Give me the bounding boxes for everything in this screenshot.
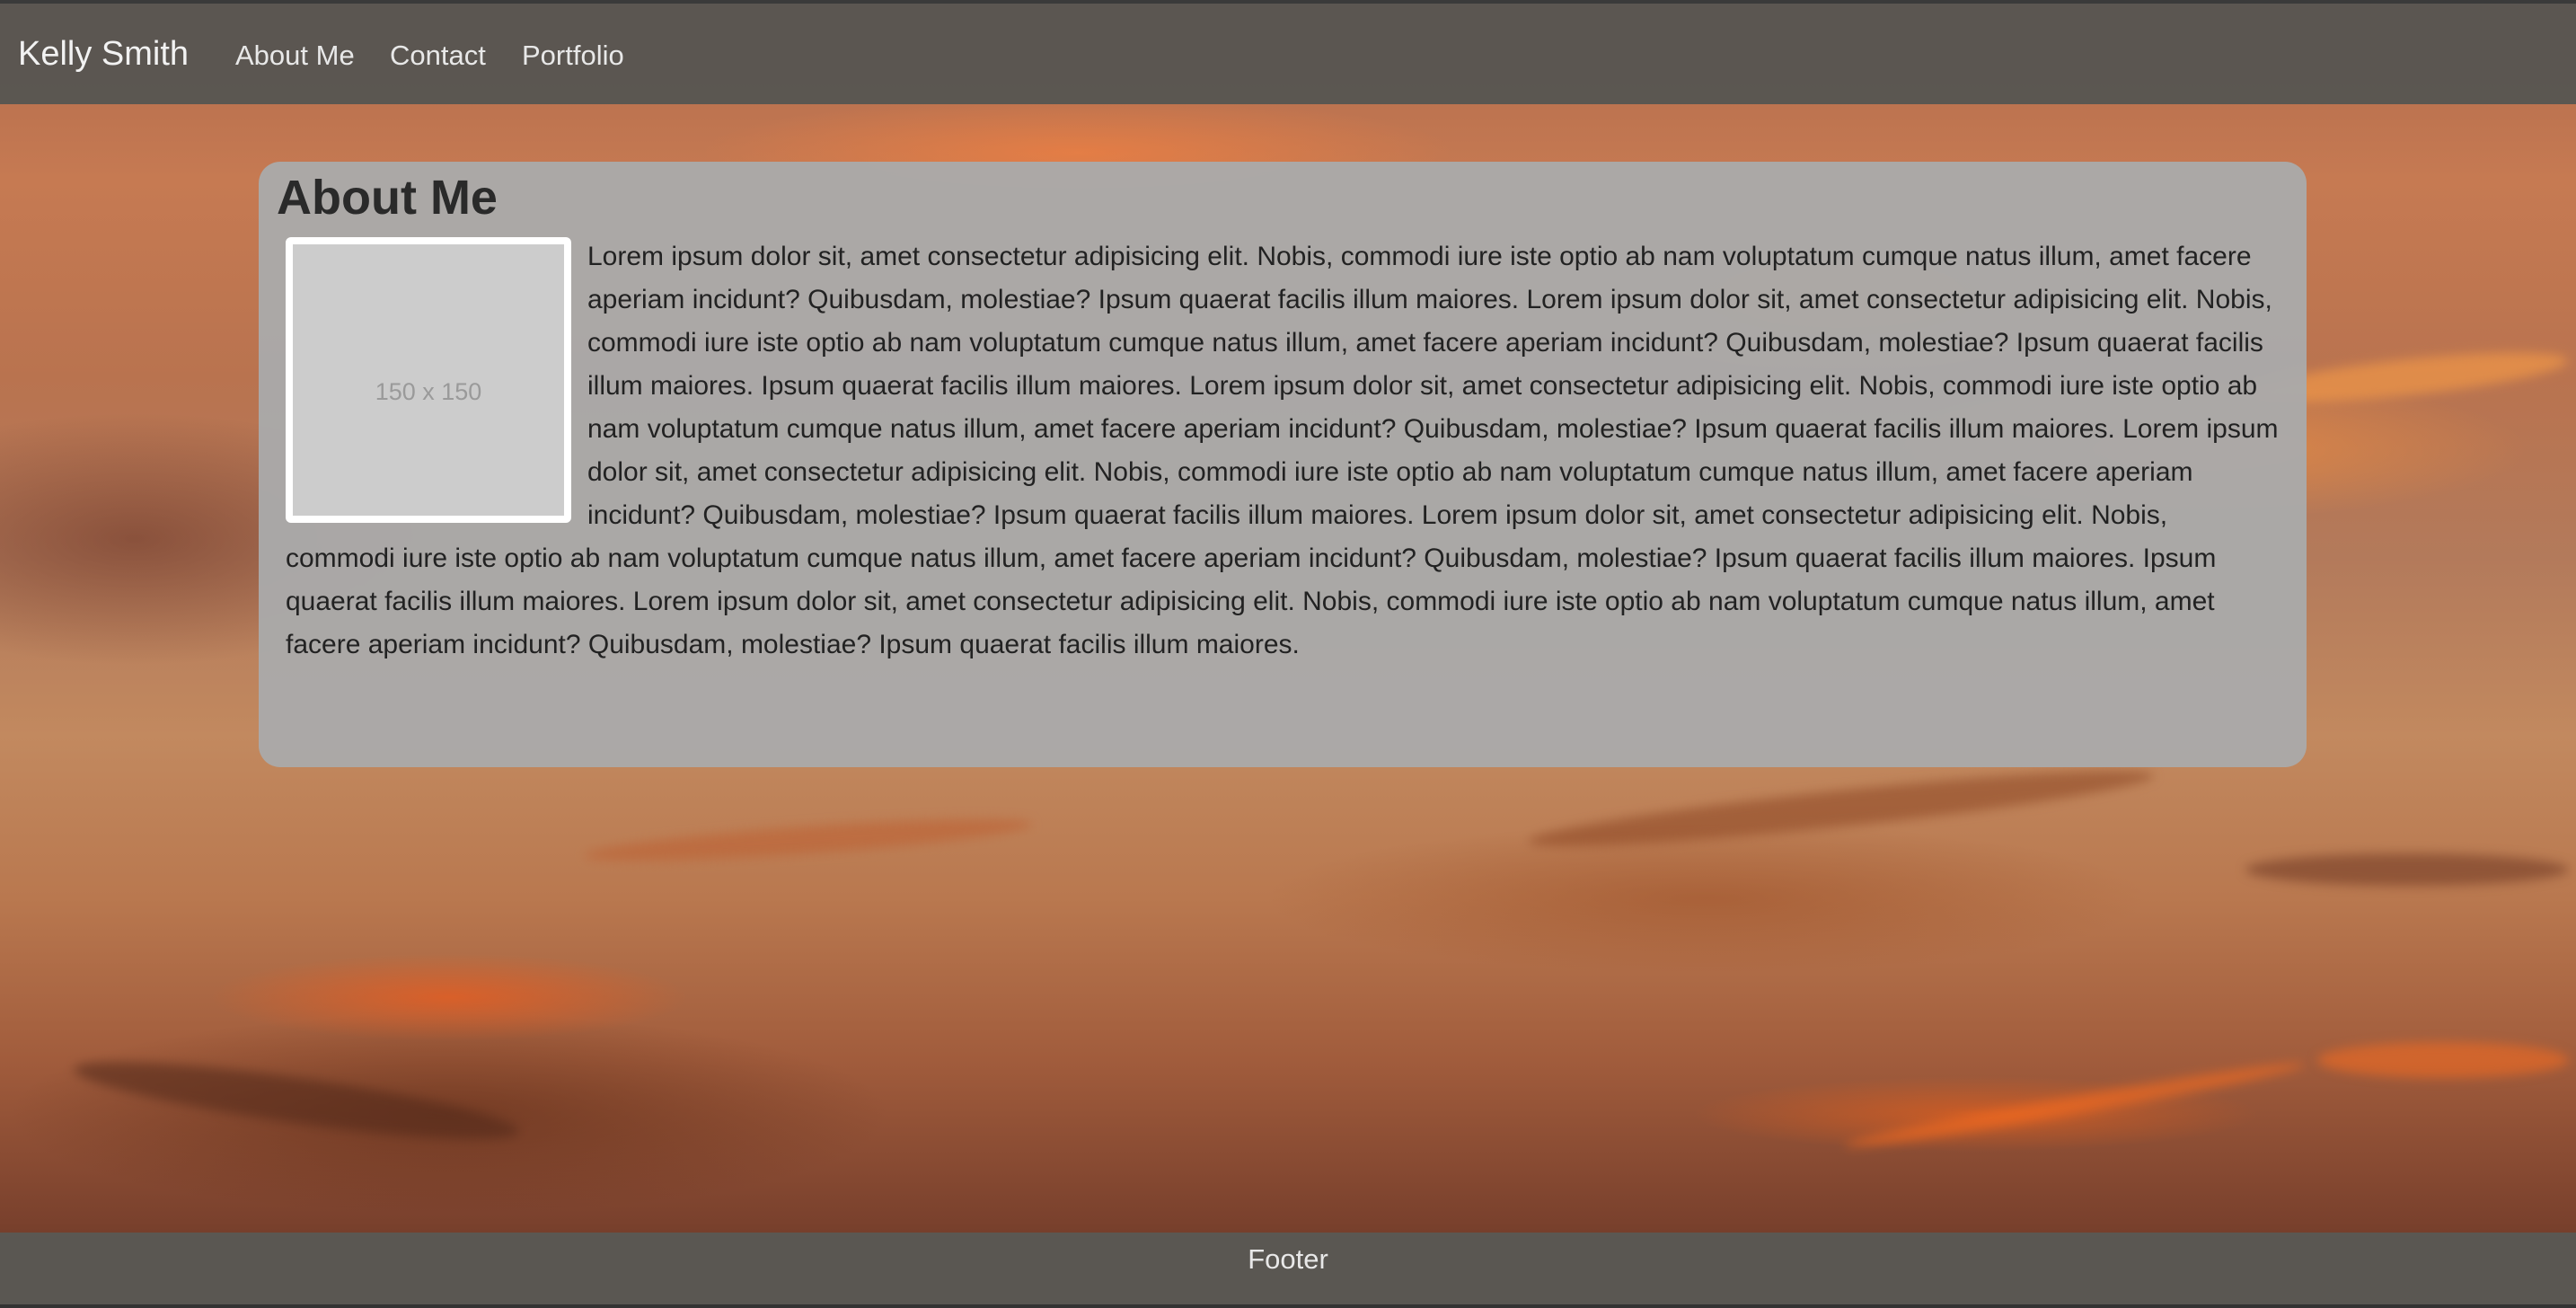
cloud-streak (1526, 757, 2157, 860)
footer: Footer (0, 1233, 2576, 1308)
cloud-streak (70, 1047, 523, 1154)
cloud-streak (2245, 853, 2569, 886)
footer-text: Footer (1248, 1243, 1328, 1275)
nav-link-about-me[interactable]: About Me (235, 40, 355, 72)
cloud-streak (583, 810, 1034, 870)
nav-link-contact[interactable]: Contact (390, 40, 486, 72)
placeholder-size-label: 150 x 150 (375, 378, 482, 405)
about-me-heading: About Me (277, 171, 498, 225)
brand-link[interactable]: Kelly Smith (18, 34, 189, 74)
navbar: Kelly Smith About Me Contact Portfolio (0, 0, 2576, 104)
about-me-body: 150 x 150 Lorem ipsum dolor sit, amet co… (286, 235, 2281, 667)
cloud-streak (2317, 1042, 2569, 1078)
nav-link-portfolio[interactable]: Portfolio (522, 40, 624, 72)
profile-image-placeholder: 150 x 150 (286, 237, 571, 523)
about-me-text: Lorem ipsum dolor sit, amet consectetur … (286, 242, 2279, 659)
about-me-card: About Me 150 x 150 Lorem ipsum dolor sit… (259, 162, 2307, 767)
cloud-streak (1843, 1056, 2307, 1154)
